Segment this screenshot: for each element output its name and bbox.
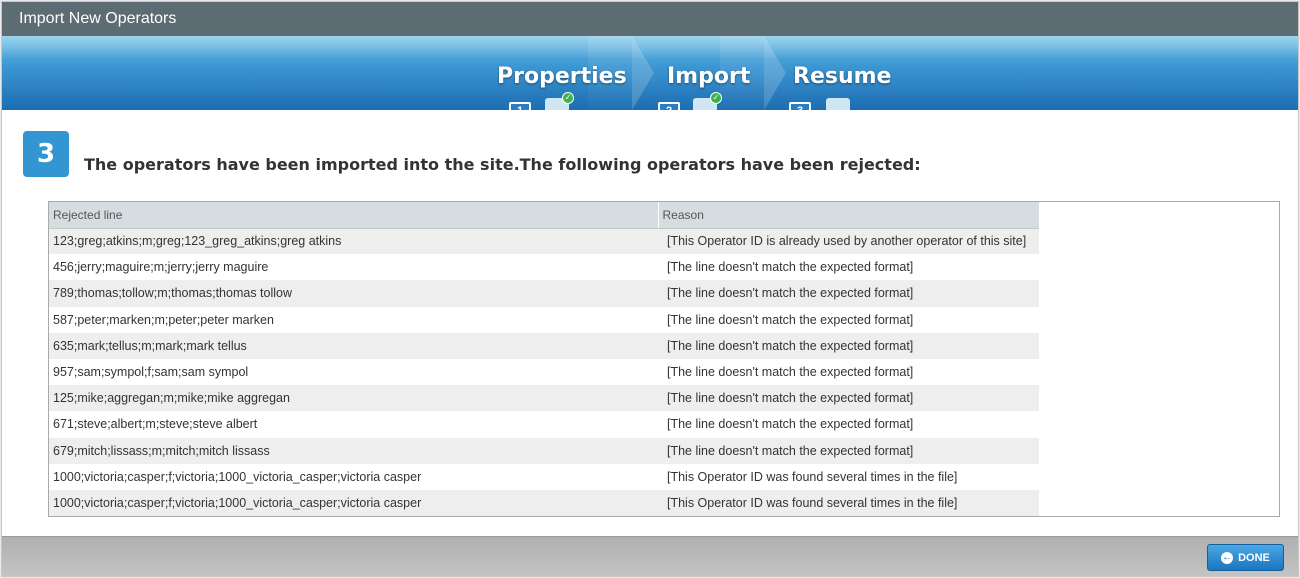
column-header-rejected-line[interactable]: Rejected line (49, 202, 658, 229)
reason-cell: [This Operator ID was found several time… (658, 463, 1039, 490)
table-row[interactable]: 1000;victoria;casper;f;victoria;1000_vic… (49, 463, 1039, 490)
table-row[interactable]: 789;thomas;tollow;m;thomas;thomas tollow… (49, 280, 1039, 307)
rejected-line-cell: 635;mark;tellus;m;mark;mark tellus (49, 332, 658, 359)
rejected-line-cell: 957;sam;sympol;f;sam;sam sympol (49, 358, 658, 386)
rejected-line-cell: 123;greg;atkins;m;greg;123_greg_atkins;g… (49, 228, 658, 255)
step-number-2: 2 (658, 102, 680, 110)
reason-cell: [The line doesn't match the expected for… (658, 332, 1039, 359)
rejected-line-cell: 671;steve;albert;m;steve;steve albert (49, 411, 658, 438)
rejected-line-cell: 679;mitch;lissass;m;mitch;mitch lissass (49, 437, 658, 464)
rejected-line-cell: 456;jerry;maguire;m;jerry;jerry maguire (49, 254, 658, 281)
reason-cell: [The line doesn't match the expected for… (658, 358, 1039, 386)
done-button-label: DONE (1238, 551, 1270, 564)
step-properties-label: Properties (497, 64, 627, 89)
table-row[interactable]: 671;steve;albert;m;steve;steve albert [Th… (49, 411, 1039, 438)
table-row[interactable]: 957;sam;sympol;f;sam;sam sympol [The line… (49, 358, 1039, 386)
wizard-steps: Properties Import Resume ✓ 1 ✓ 2 3 (2, 36, 1298, 110)
dialog-footer: ← DONE (2, 536, 1298, 576)
rejected-line-cell: 587;peter;marken;m;peter;peter marken (49, 306, 658, 333)
rejected-line-cell: 789;thomas;tollow;m;thomas;thomas tollow (49, 280, 658, 307)
result-message: The operators have been imported into th… (84, 155, 921, 174)
reason-cell: [This Operator ID is already used by ano… (658, 228, 1039, 255)
table-row[interactable]: 456;jerry;maguire;m;jerry;jerry maguire[… (49, 254, 1039, 281)
step-number-1: 1 (509, 102, 531, 110)
done-button[interactable]: ← DONE (1207, 544, 1284, 571)
table-row[interactable]: 1000;victoria;casper;f;victoria;1000_vic… (49, 489, 1039, 516)
table-row[interactable]: 635;mark;tellus;m;mark;mark tellus [The l… (49, 332, 1039, 359)
rejected-line-cell: 1000;victoria;casper;f;victoria;1000_vic… (49, 463, 658, 490)
check-icon: ✓ (710, 92, 722, 104)
check-icon: ✓ (562, 92, 574, 104)
dialog-title: Import New Operators (2, 2, 1298, 36)
step-import-label: Import (667, 64, 751, 89)
reason-cell: [The line doesn't match the expected for… (658, 411, 1039, 438)
rejected-table: Rejected line Reason 123;greg;atkins;m;g… (48, 201, 1280, 517)
reason-cell: [The line doesn't match the expected for… (658, 254, 1039, 281)
current-step-badge: 3 (23, 131, 69, 177)
step-resume-label: Resume (793, 64, 892, 89)
reason-cell: [This Operator ID was found several time… (658, 489, 1039, 516)
table-row[interactable]: 679;mitch;lissass;m;mitch;mitch lissass[… (49, 437, 1039, 464)
column-header-reason[interactable]: Reason (657, 202, 1039, 229)
rejected-line-cell: 1000;victoria;casper;f;victoria;1000_vic… (49, 489, 658, 516)
table-header-row: Rejected line Reason (49, 202, 1039, 229)
reason-cell: [The line doesn't match the expected for… (658, 385, 1039, 412)
table-row[interactable]: 125;mike;aggregan;m;mike;mike aggregan [T… (49, 385, 1039, 412)
step-number-3: 3 (789, 102, 811, 110)
reason-cell: [The line doesn't match the expected for… (658, 280, 1039, 307)
rejected-line-cell: 125;mike;aggregan;m;mike;mike aggregan (49, 385, 658, 412)
reason-cell: [The line doesn't match the expected for… (658, 306, 1039, 333)
reason-cell: [The line doesn't match the expected for… (658, 437, 1039, 464)
table-row[interactable]: 123;greg;atkins;m;greg;123_greg_atkins;g… (49, 228, 1039, 255)
back-arrow-icon: ← (1221, 551, 1234, 564)
import-dialog: Import New Operators Properties Import R… (1, 1, 1299, 577)
table-row[interactable]: 587;peter;marken;m;peter;peter marken [Th… (49, 306, 1039, 333)
